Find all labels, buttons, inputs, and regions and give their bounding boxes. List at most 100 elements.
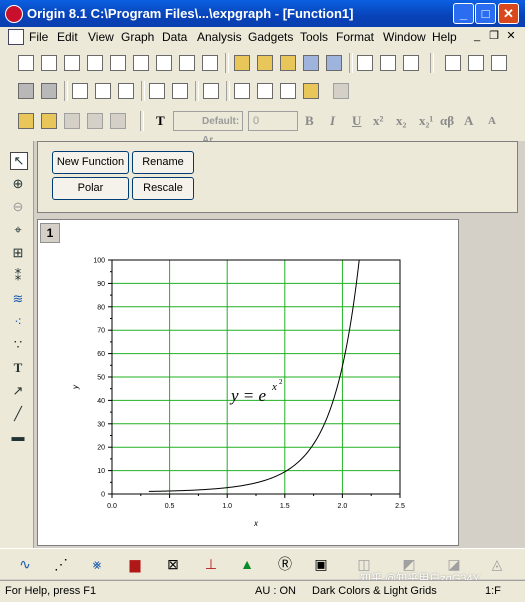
rescale-button[interactable]: Rescale xyxy=(132,177,194,200)
menu-tools[interactable]: Tools xyxy=(300,30,328,44)
refresh-icon[interactable] xyxy=(41,83,57,99)
menu-help[interactable]: Help xyxy=(432,30,457,44)
save-template-icon[interactable] xyxy=(326,55,342,71)
y-tick-label: 40 xyxy=(97,398,105,405)
line-tool-icon[interactable]: ╱ xyxy=(10,406,26,422)
calendar-icon[interactable] xyxy=(280,83,296,99)
menu-file[interactable]: File xyxy=(29,30,48,44)
contour-plot-icon[interactable]: ▲ xyxy=(238,555,256,573)
settings-icon[interactable] xyxy=(303,83,319,99)
menu-analysis[interactable]: Analysis xyxy=(197,30,242,44)
export-icon[interactable] xyxy=(95,83,111,99)
graph-page[interactable]: 1 0 10 20 30 40 50 60 70 80 90 100 0.0 0.5 1.0 1.5 2.0 2… xyxy=(37,219,459,546)
new-function-button[interactable]: New Function xyxy=(52,151,129,174)
import-multiple-icon[interactable] xyxy=(380,55,396,71)
zoom-find-icon[interactable] xyxy=(445,55,461,71)
x-tick-label: 1.0 xyxy=(222,503,232,510)
open-excel-icon[interactable] xyxy=(280,55,296,71)
line-plot-icon[interactable]: ∿ xyxy=(16,555,34,573)
open-template-icon[interactable] xyxy=(257,55,273,71)
pointer-icon[interactable]: ↖ xyxy=(10,152,28,170)
mdi-close-button[interactable]: ✕ xyxy=(504,29,518,43)
script-window-icon[interactable] xyxy=(172,83,188,99)
line-symbol-icon[interactable]: ⨳ xyxy=(88,555,106,573)
origin-app-icon[interactable] xyxy=(5,5,23,23)
new-layout-icon[interactable] xyxy=(156,55,172,71)
arrow-tool-icon[interactable]: ↗ xyxy=(10,383,26,399)
mdi-minimize-button[interactable]: _ xyxy=(470,29,484,43)
rename-button[interactable]: Rename xyxy=(132,151,194,174)
x-tick-label: 1.5 xyxy=(280,503,290,510)
zoom-in-icon[interactable]: ⊕ xyxy=(10,176,26,192)
collapse-icon[interactable] xyxy=(333,83,349,99)
new-report-icon[interactable] xyxy=(202,55,218,71)
menu-view[interactable]: View xyxy=(88,30,114,44)
increase-font-button[interactable]: A xyxy=(464,113,473,129)
zoom-out-icon[interactable]: ⊖ xyxy=(10,199,26,215)
italic-button[interactable]: I xyxy=(330,113,335,129)
font-select[interactable]: Default: Ar xyxy=(173,111,243,146)
results-log-icon[interactable] xyxy=(491,55,507,71)
template-library-icon[interactable]: ▣ xyxy=(312,555,330,573)
subscript-button[interactable]: x₂ xyxy=(396,113,406,129)
area-plot-icon[interactable]: ⊠ xyxy=(164,555,182,573)
statistics-plot-icon[interactable]: ⊥ xyxy=(202,555,220,573)
menu-gadgets[interactable]: Gadgets xyxy=(248,30,293,44)
new-function-icon[interactable] xyxy=(133,55,149,71)
menu-data[interactable]: Data xyxy=(162,30,187,44)
mask-points-icon[interactable]: ≋ xyxy=(10,291,26,307)
code-builder-icon[interactable] xyxy=(149,83,165,99)
polar-button[interactable]: Polar xyxy=(52,177,129,200)
font-size-select[interactable]: 0 xyxy=(248,111,298,131)
rectangle-tool-icon[interactable]: ▬ xyxy=(10,429,26,445)
text-tool-icon[interactable]: T xyxy=(10,360,26,376)
tools-toolbar: ↖ ⊕ ⊖ ⌖ ⊞ ⁑ ≋ ⁖ ∵ T ↗ ╱ ▬ xyxy=(0,141,34,548)
search-icon[interactable] xyxy=(468,55,484,71)
function-plot[interactable]: 0 10 20 30 40 50 60 70 80 90 100 0.0 0.5 1.0 1.5 2.0 2.5… xyxy=(38,220,458,545)
draw-data-icon[interactable]: ⁖ xyxy=(10,314,26,330)
polar-plot-icon[interactable]: Ⓡ xyxy=(276,555,294,573)
superscript-button[interactable]: x² xyxy=(373,113,383,129)
new-project-icon[interactable] xyxy=(18,55,34,71)
duplicate-icon[interactable] xyxy=(18,83,34,99)
bold-button[interactable]: B xyxy=(305,113,314,129)
greek-button[interactable]: αβ xyxy=(440,113,454,129)
command-window-icon[interactable] xyxy=(234,83,250,99)
menu-edit[interactable]: Edit xyxy=(57,30,78,44)
menu-graph[interactable]: Graph xyxy=(121,30,154,44)
menu-window[interactable]: Window xyxy=(383,30,426,44)
toolbar-separator xyxy=(141,81,145,101)
messages-log-icon[interactable] xyxy=(257,83,273,99)
folder-icon[interactable] xyxy=(41,113,57,129)
underline-button[interactable]: U xyxy=(352,113,361,129)
new-workbook-icon[interactable] xyxy=(41,55,57,71)
menu-format[interactable]: Format xyxy=(336,30,374,44)
screen-reader-icon[interactable]: ⌖ xyxy=(10,222,26,238)
new-graph-icon[interactable] xyxy=(87,55,103,71)
pencil-icon[interactable] xyxy=(18,113,34,129)
layer-indicator[interactable]: 1 xyxy=(40,223,60,243)
scatter-tool-icon[interactable]: ∵ xyxy=(10,337,26,353)
column-plot-icon[interactable]: ▆ xyxy=(126,555,144,573)
copy-page-icon[interactable] xyxy=(118,83,134,99)
print-icon[interactable] xyxy=(72,83,88,99)
new-excel-icon[interactable] xyxy=(64,55,80,71)
project-explorer-icon[interactable] xyxy=(203,83,219,99)
open-icon[interactable] xyxy=(234,55,250,71)
maximize-button[interactable]: □ xyxy=(475,3,496,24)
new-notes-icon[interactable] xyxy=(179,55,195,71)
data-selector-icon[interactable]: ⁑ xyxy=(10,268,26,284)
data-reader-icon[interactable]: ⊞ xyxy=(10,245,26,261)
new-matrix-icon[interactable] xyxy=(110,55,126,71)
close-button[interactable]: ✕ xyxy=(498,3,519,24)
minimize-button[interactable]: _ xyxy=(453,3,474,24)
supersub-button[interactable]: x₂¹ xyxy=(419,113,433,129)
import-icon[interactable] xyxy=(357,55,373,71)
mdi-restore-button[interactable]: ❐ xyxy=(487,29,501,43)
scatter-plot-icon[interactable]: ⋰ xyxy=(52,555,70,573)
save-project-icon[interactable] xyxy=(303,55,319,71)
import-wizard-icon[interactable] xyxy=(403,55,419,71)
y-tick-label: 60 xyxy=(97,351,105,358)
decrease-font-button[interactable]: A xyxy=(488,115,496,127)
document-icon[interactable] xyxy=(8,29,24,45)
